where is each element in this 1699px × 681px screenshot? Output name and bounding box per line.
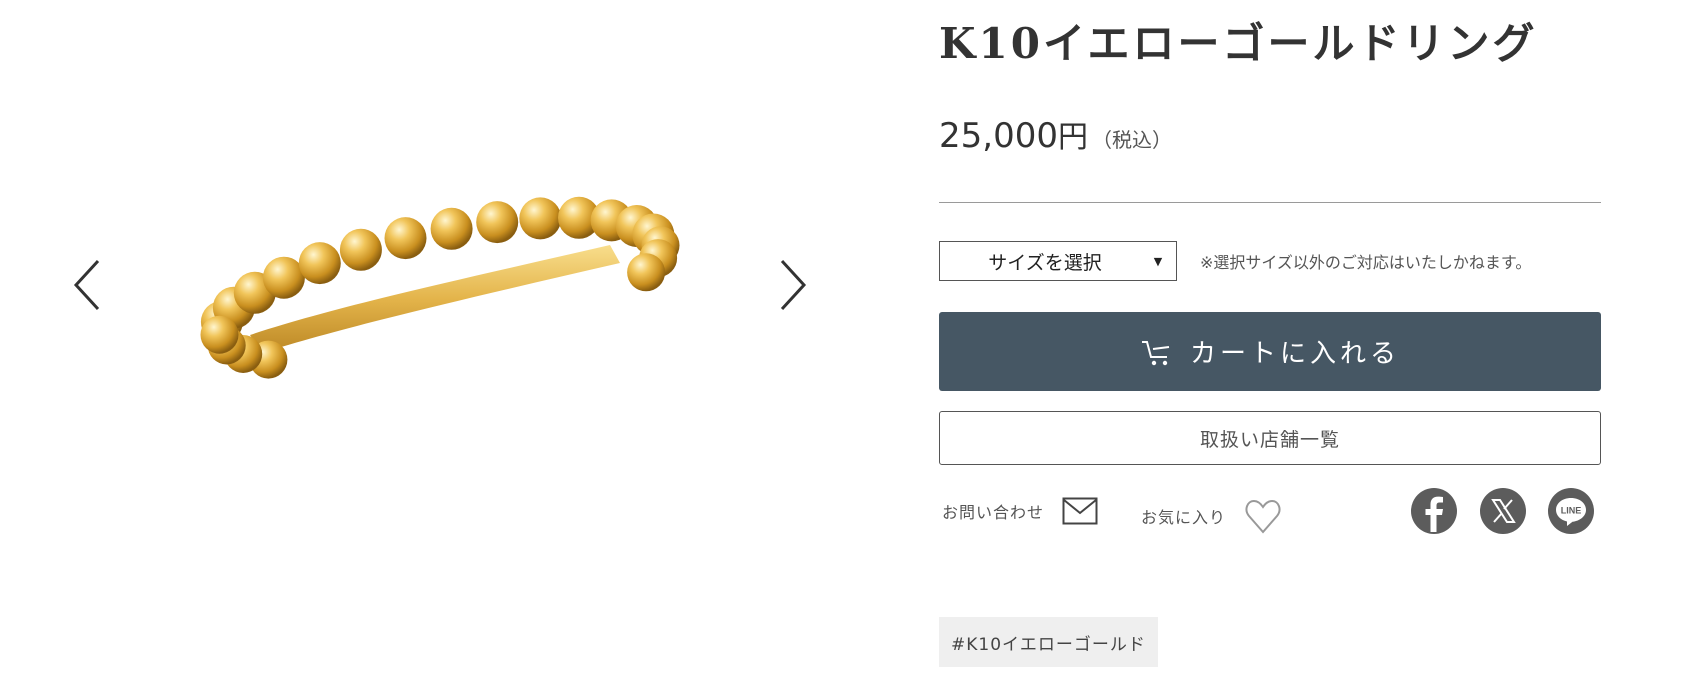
favorite-label: お気に入り — [1141, 508, 1227, 527]
cart-icon — [1140, 337, 1174, 367]
chevron-left-icon — [73, 259, 100, 311]
contact-link[interactable]: お問い合わせ — [942, 497, 1098, 525]
mail-icon — [1062, 497, 1098, 525]
line-icon: LINE — [1556, 498, 1586, 526]
size-note: ※選択サイズ以外のご対応はいたしかねます。 — [1200, 253, 1532, 272]
product-image — [200, 196, 680, 379]
size-select[interactable]: サイズを選択 ▼ — [939, 241, 1177, 281]
add-to-cart-label: カートに入れる — [1189, 339, 1400, 369]
favorite-button[interactable]: お気に入り — [1141, 497, 1282, 535]
contact-label: お問い合わせ — [942, 503, 1045, 522]
add-to-cart-button[interactable]: カートに入れる — [939, 312, 1601, 391]
tag-link[interactable]: #K10イエローゴールド — [939, 617, 1158, 667]
price-tax-note: （税込） — [1091, 128, 1172, 152]
product-title: K10イエローゴールドリング — [939, 19, 1538, 68]
product-image-gallery — [0, 0, 870, 681]
price-amount: 25,000 — [939, 116, 1058, 156]
gallery-prev-button[interactable] — [70, 255, 110, 315]
size-select-label: サイズを選択 — [988, 251, 1102, 274]
store-list-button[interactable]: 取扱い店舗一覧 — [939, 411, 1601, 465]
divider — [939, 202, 1601, 203]
gallery-next-button[interactable] — [770, 255, 810, 315]
caret-down-icon: ▼ — [1153, 254, 1163, 268]
price-unit: 円 — [1057, 120, 1088, 155]
product-price: 25,000円 （税込） — [939, 112, 1172, 156]
share-line-button[interactable]: LINE — [1548, 488, 1594, 534]
share-x-button[interactable] — [1480, 488, 1526, 534]
facebook-icon — [1425, 496, 1443, 532]
heart-icon — [1245, 499, 1281, 534]
chevron-right-icon — [780, 259, 807, 311]
line-icon-text: LINE — [1561, 506, 1582, 516]
share-facebook-button[interactable] — [1411, 488, 1457, 534]
x-icon — [1491, 499, 1516, 523]
